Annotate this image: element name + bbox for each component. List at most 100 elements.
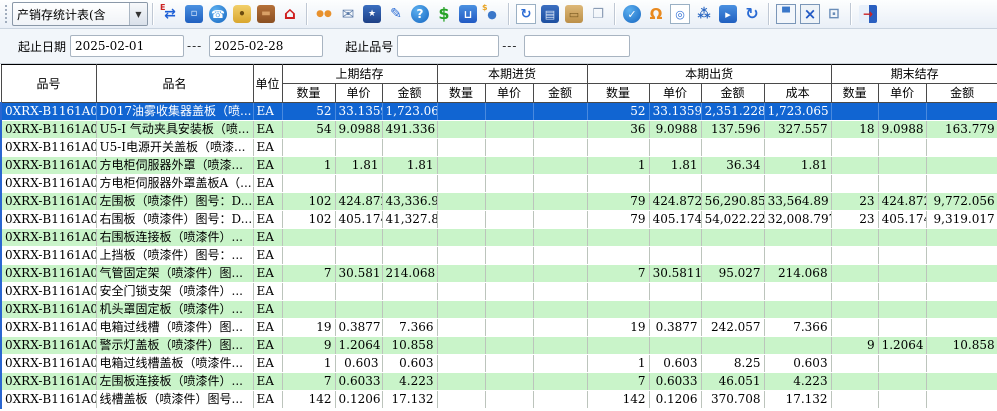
table-row[interactable]: 0XRX-B1161A0...左围板（喷漆件）图号：D...EA102424.8… bbox=[1, 193, 997, 211]
item-from-input[interactable] bbox=[397, 35, 499, 57]
col-header-amount: 金额 bbox=[533, 84, 587, 103]
table-row[interactable]: 0XRX-B1161A0...气管固定架（喷漆件）图...EA730.58112… bbox=[1, 265, 997, 283]
value-cell bbox=[831, 157, 878, 175]
report-type-dropdown[interactable]: 产销存统计表(含 ▼ bbox=[12, 2, 148, 26]
value-cell: 1.2064 bbox=[878, 337, 926, 355]
value-cell bbox=[437, 247, 485, 265]
approve-check-icon-glyph: ✓ bbox=[623, 5, 641, 23]
value-cell: 9,319.017 bbox=[926, 211, 997, 229]
value-cell: 36.34 bbox=[701, 157, 764, 175]
toolbar-grip[interactable] bbox=[4, 4, 8, 24]
value-cell bbox=[831, 139, 878, 157]
value-cell bbox=[485, 319, 533, 337]
value-cell bbox=[649, 175, 701, 193]
chevron-down-icon[interactable]: ▼ bbox=[129, 3, 147, 25]
value-cell: 405.1746 bbox=[335, 211, 382, 229]
item-range-separator: --- bbox=[502, 39, 517, 53]
table-row[interactable]: 0XRX-B1161A0...方电柜伺服器外罩（喷漆...EA11.811.81… bbox=[1, 157, 997, 175]
close-window-icon[interactable]: × bbox=[799, 4, 821, 25]
value-cell: 9 bbox=[831, 337, 878, 355]
col-header-price: 单价 bbox=[335, 84, 382, 103]
value-cell: 17.132 bbox=[764, 391, 831, 409]
restore-window-icon[interactable]: ▀ bbox=[775, 4, 797, 25]
group-header-period-purchase: 本期进货 bbox=[437, 65, 587, 84]
archive-box-icon[interactable]: ▭ bbox=[563, 4, 585, 25]
table-row[interactable]: 0XRX-B1161A0...方电柜伺服器外罩盖板A（...EA bbox=[1, 175, 997, 193]
value-cell: 7 bbox=[282, 265, 335, 283]
briefcase-icon[interactable]: ▬ bbox=[255, 4, 277, 25]
preview-search-icon[interactable]: ◎ bbox=[669, 4, 691, 25]
remote-monitor-icon[interactable]: ▸ bbox=[717, 4, 739, 25]
home-icon[interactable]: ⌂ bbox=[279, 4, 301, 25]
value-cell bbox=[926, 139, 997, 157]
value-cell bbox=[533, 265, 587, 283]
cart-icon[interactable]: ⊔ bbox=[457, 4, 479, 25]
copy-pages-icon[interactable]: ❐ bbox=[587, 4, 609, 25]
date-to-input[interactable] bbox=[209, 35, 323, 57]
col-header-qty: 数量 bbox=[282, 84, 335, 103]
table-row[interactable]: 0XRX-B1161A0...左围板连接板（喷漆件）...EA70.60334.… bbox=[1, 373, 997, 391]
value-cell bbox=[587, 283, 649, 301]
refresh-icon[interactable]: ↻ bbox=[741, 4, 763, 25]
report-refresh-icon[interactable]: ↻ bbox=[515, 4, 537, 25]
item-name-cell: 气管固定架（喷漆件）图... bbox=[96, 265, 253, 283]
value-cell bbox=[831, 265, 878, 283]
value-cell bbox=[764, 337, 831, 355]
value-cell bbox=[533, 337, 587, 355]
approve-check-icon[interactable]: ✓ bbox=[621, 4, 643, 25]
table-row[interactable]: 0XRX-B1161A0...U5-I 气动夹具安装板（喷...EA549.09… bbox=[1, 121, 997, 139]
table-row[interactable]: 0XRX-B1161A0...安全门锁支架（喷漆件）...EA bbox=[1, 283, 997, 301]
value-cell bbox=[649, 337, 701, 355]
computer-icon[interactable]: ▫ bbox=[183, 4, 205, 25]
value-cell bbox=[437, 211, 485, 229]
item-to-input[interactable] bbox=[524, 35, 630, 57]
item-no-cell: 0XRX-B1161A0... bbox=[1, 301, 96, 319]
notebook-icon[interactable]: ★ bbox=[361, 4, 383, 25]
value-cell bbox=[437, 193, 485, 211]
stamp-icon[interactable]: ✎ bbox=[385, 4, 407, 25]
value-cell bbox=[382, 283, 437, 301]
alert-bell-icon[interactable]: Ω bbox=[645, 4, 667, 25]
date-from-input[interactable] bbox=[70, 35, 184, 57]
value-cell: 33,564.89 bbox=[764, 193, 831, 211]
date-range-label: 起止日期 bbox=[18, 38, 66, 55]
cascade-windows-icon[interactable]: ⊡ bbox=[823, 4, 845, 25]
help-icon[interactable]: ? bbox=[409, 4, 431, 25]
table-row[interactable]: 0XRX-B1161A0...右围板连接板（喷漆件）...EA bbox=[1, 229, 997, 247]
mail-icon[interactable]: ✉ bbox=[337, 4, 359, 25]
table-row[interactable]: 0XRX-B1161A0...线槽盖板（喷漆件）图号...EA1420.1206… bbox=[1, 391, 997, 409]
table-row[interactable]: 0XRX-B1161A0...右围板（喷漆件）图号：D...EA102405.1… bbox=[1, 211, 997, 229]
value-cell bbox=[587, 247, 649, 265]
report-type-label: 产销存统计表(含 bbox=[13, 6, 129, 23]
table-row[interactable]: 0XRX-B1161A0...机头罩固定板（喷漆件）...EA bbox=[1, 301, 997, 319]
col-header-item-name: 品名 bbox=[96, 65, 253, 103]
value-cell bbox=[335, 139, 382, 157]
table-row[interactable]: 0XRX-B1161A0...警示灯盖板（喷漆件）图...EA91.206410… bbox=[1, 337, 997, 355]
customer-bill-icon-badge: $ bbox=[482, 4, 488, 12]
help-icon-glyph: ? bbox=[411, 5, 429, 23]
unit-cell: EA bbox=[253, 247, 282, 265]
org-chart-icon[interactable]: ⁂ bbox=[693, 4, 715, 25]
table-row[interactable]: 0XRX-B1161A0...电箱过线槽（喷漆件）图...EA190.38777… bbox=[1, 319, 997, 337]
toolbar-separator bbox=[850, 3, 852, 25]
unit-cell: EA bbox=[253, 175, 282, 193]
customer-bill-icon[interactable]: ●$ bbox=[481, 4, 503, 25]
table-row[interactable]: 0XRX-B1161A0...上挡板（喷漆件）图号：...EA bbox=[1, 247, 997, 265]
value-cell bbox=[926, 247, 997, 265]
value-cell bbox=[533, 301, 587, 319]
value-cell bbox=[926, 283, 997, 301]
calculator-icon[interactable]: ▤ bbox=[539, 4, 561, 25]
users-icon[interactable]: ●● bbox=[313, 4, 335, 25]
value-cell bbox=[878, 319, 926, 337]
dollar-icon-glyph: $ bbox=[435, 5, 453, 23]
dollar-icon[interactable]: $ bbox=[433, 4, 455, 25]
phone-icon[interactable]: ☎ bbox=[207, 4, 229, 25]
table-row[interactable]: 0XRX-B1161A0...D017油雾收集器盖板（喷...EA5233.13… bbox=[1, 103, 997, 121]
value-cell bbox=[878, 355, 926, 373]
data-transfer-icon[interactable]: ⇄E bbox=[159, 4, 181, 25]
table-row[interactable]: 0XRX-B1161A0...电箱过线槽盖板（喷漆件...EA10.6030.6… bbox=[1, 355, 997, 373]
item-name-cell: 警示灯盖板（喷漆件）图... bbox=[96, 337, 253, 355]
lock-icon[interactable]: • bbox=[231, 4, 253, 25]
table-row[interactable]: 0XRX-B1161A0...U5-I电源开关盖板（喷漆...EA bbox=[1, 139, 997, 157]
exit-door-icon[interactable]: → bbox=[857, 4, 879, 25]
